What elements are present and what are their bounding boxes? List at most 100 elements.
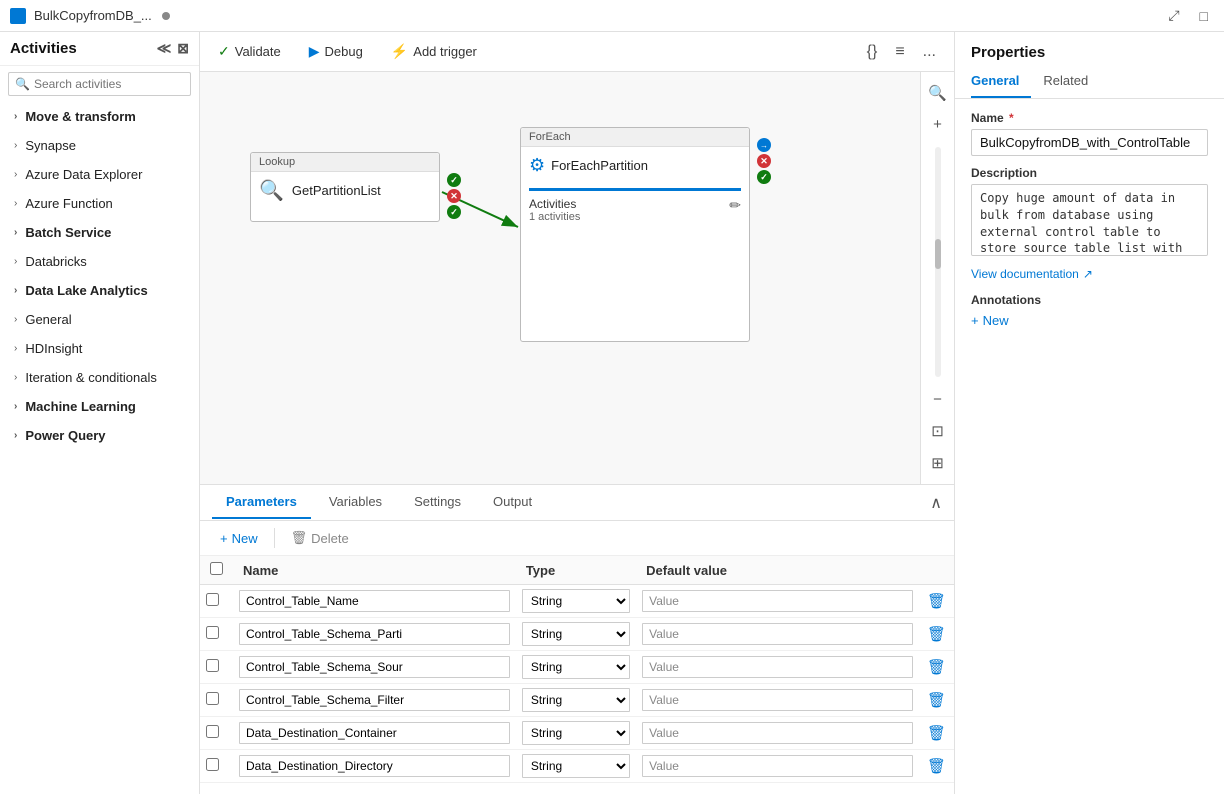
lookup-node[interactable]: Lookup 🔍 GetPartitionList ✓ ✕ ✓ — [250, 152, 440, 222]
foreach-node-header: ForEach — [521, 128, 749, 147]
sidebar-item-databricks[interactable]: ›Databricks — [0, 247, 199, 276]
param-name-input-4[interactable] — [239, 722, 510, 744]
trigger-icon: ⚡ — [391, 43, 408, 60]
search-canvas-button[interactable]: 🔍 — [924, 80, 951, 106]
row-checkbox-1[interactable] — [206, 626, 219, 639]
description-textarea[interactable]: Copy huge amount of data in bulk from da… — [971, 184, 1208, 256]
param-type-select-4[interactable]: StringIntBoolArrayObjectFloat — [522, 721, 630, 745]
view-documentation-link[interactable]: View documentation ↗ — [971, 267, 1208, 281]
more-button[interactable]: ... — [917, 39, 942, 65]
edit-pencil-icon[interactable]: ✏ — [729, 197, 741, 214]
bottom-tab-variables[interactable]: Variables — [315, 486, 396, 519]
param-name-input-0[interactable] — [239, 590, 510, 612]
param-value-input-3[interactable] — [642, 689, 913, 711]
zoom-in-button[interactable]: + — [929, 112, 946, 137]
fit-canvas-button[interactable]: ⊡ — [927, 418, 948, 444]
validate-button[interactable]: ✓ Validate — [212, 39, 287, 64]
param-type-select-3[interactable]: StringIntBoolArrayObjectFloat — [522, 688, 630, 712]
zoom-out-button[interactable]: − — [929, 387, 946, 412]
param-name-input-5[interactable] — [239, 755, 510, 777]
prop-tab-general[interactable]: General — [971, 65, 1031, 98]
prop-tab-related[interactable]: Related — [1043, 65, 1100, 98]
sidebar-item-power-query[interactable]: ›Power Query — [0, 421, 199, 450]
description-label: Description — [971, 166, 1208, 180]
add-trigger-button[interactable]: ⚡ Add trigger — [385, 39, 483, 64]
delete-row-button-2[interactable]: 🗑 — [925, 656, 948, 678]
canvas-area[interactable]: Lookup 🔍 GetPartitionList ✓ ✕ ✓ — [200, 72, 954, 484]
foreach-error-icon[interactable]: ✕ — [757, 154, 771, 168]
expand-button[interactable]: ⤢ — [1162, 5, 1185, 26]
chevron-icon: › — [14, 227, 17, 238]
maximize-button[interactable]: □ — [1194, 6, 1214, 26]
param-type-select-1[interactable]: StringIntBoolArrayObjectFloat — [522, 622, 630, 646]
sidebar-item-synapse[interactable]: ›Synapse — [0, 131, 199, 160]
bottom-tab-settings[interactable]: Settings — [400, 486, 475, 519]
sidebar-item-azure-data-explorer[interactable]: ›Azure Data Explorer — [0, 160, 199, 189]
row-checkbox-cell — [200, 651, 233, 684]
delete-row-button-4[interactable]: 🗑 — [925, 722, 948, 744]
param-value-input-5[interactable] — [642, 755, 913, 777]
param-type-select-2[interactable]: StringIntBoolArrayObjectFloat — [522, 655, 630, 679]
row-checkbox-3[interactable] — [206, 692, 219, 705]
bottom-tab-output[interactable]: Output — [479, 486, 546, 519]
pin-icon[interactable]: ⊠ — [177, 40, 189, 57]
monitor-button[interactable]: ≡ — [889, 39, 910, 65]
delete-row-button-5[interactable]: 🗑 — [925, 755, 948, 777]
bottom-tab-parameters[interactable]: Parameters — [212, 486, 311, 519]
row-checkbox-5[interactable] — [206, 758, 219, 771]
sidebar-item-label: Iteration & conditionals — [25, 370, 157, 385]
sidebar-item-batch-service[interactable]: ›Batch Service — [0, 218, 199, 247]
bottom-collapse-button[interactable]: ∧ — [930, 493, 942, 513]
foreach-node[interactable]: ForEach ⚙ ForEachPartition ✏ Activities … — [520, 127, 750, 342]
row-checkbox-4[interactable] — [206, 725, 219, 738]
param-value-input-0[interactable] — [642, 590, 913, 612]
activities-label: Activities — [529, 197, 741, 211]
row-checkbox-0[interactable] — [206, 593, 219, 606]
param-value-input-1[interactable] — [642, 623, 913, 645]
skip-icon[interactable]: ✓ — [447, 205, 461, 219]
param-name-input-2[interactable] — [239, 656, 510, 678]
sidebar-item-data-lake-analytics[interactable]: ›Data Lake Analytics — [0, 276, 199, 305]
collapse-icon[interactable]: ≪ — [157, 40, 172, 57]
sidebar-item-general[interactable]: ›General — [0, 305, 199, 334]
select-all-checkbox[interactable] — [210, 562, 223, 575]
pipeline-name-input[interactable] — [971, 129, 1208, 156]
delete-row-button-1[interactable]: 🗑 — [925, 623, 948, 645]
delete-parameter-button[interactable]: 🗑 Delete — [283, 527, 357, 549]
grid-canvas-button[interactable]: ⊞ — [927, 450, 948, 476]
toolbar: ✓ Validate ▶ Debug ⚡ Add trigger {} ≡ ..… — [200, 32, 954, 72]
row-checkbox-cell — [200, 585, 233, 618]
properties-body: Name * Description Copy huge amount of d… — [955, 99, 1224, 340]
param-type-select-5[interactable]: StringIntBoolArrayObjectFloat — [522, 754, 630, 778]
foreach-check-icon[interactable]: ✓ — [757, 170, 771, 184]
param-value-input-4[interactable] — [642, 722, 913, 744]
search-input[interactable] — [34, 77, 189, 91]
sidebar-title: Activities — [10, 40, 77, 57]
param-type-select-0[interactable]: StringIntBoolArrayObjectFloat — [522, 589, 630, 613]
foreach-arrow-icon[interactable]: → — [757, 138, 771, 152]
debug-button[interactable]: ▶ Debug — [303, 39, 369, 64]
param-value-input-2[interactable] — [642, 656, 913, 678]
foreach-icon: ⚙ — [529, 155, 545, 176]
parameters-table-element: Name Type Default value StringIntBoolArr… — [200, 556, 954, 783]
new-parameter-button[interactable]: + New — [212, 528, 266, 549]
code-button[interactable]: {} — [861, 39, 884, 65]
param-name-input-3[interactable] — [239, 689, 510, 711]
param-type-cell: StringIntBoolArrayObjectFloat — [516, 717, 636, 750]
delete-row-button-3[interactable]: 🗑 — [925, 689, 948, 711]
param-value-cell — [636, 750, 919, 783]
delete-row-button-0[interactable]: 🗑 — [925, 590, 948, 612]
sidebar-item-iteration-&-conditionals[interactable]: ›Iteration & conditionals — [0, 363, 199, 392]
error-icon[interactable]: ✕ — [447, 189, 461, 203]
properties-tabs: General Related — [955, 65, 1224, 99]
success-icon[interactable]: ✓ — [447, 173, 461, 187]
sidebar-item-hdinsight[interactable]: ›HDInsight — [0, 334, 199, 363]
add-annotation-button[interactable]: + New — [971, 313, 1009, 328]
debug-icon: ▶ — [309, 43, 320, 60]
sidebar-item-move-&-transform[interactable]: ›Move & transform — [0, 102, 199, 131]
sidebar-items: ›Move & transform›Synapse›Azure Data Exp… — [0, 102, 199, 450]
row-checkbox-2[interactable] — [206, 659, 219, 672]
param-name-input-1[interactable] — [239, 623, 510, 645]
sidebar-item-azure-function[interactable]: ›Azure Function — [0, 189, 199, 218]
sidebar-item-machine-learning[interactable]: ›Machine Learning — [0, 392, 199, 421]
